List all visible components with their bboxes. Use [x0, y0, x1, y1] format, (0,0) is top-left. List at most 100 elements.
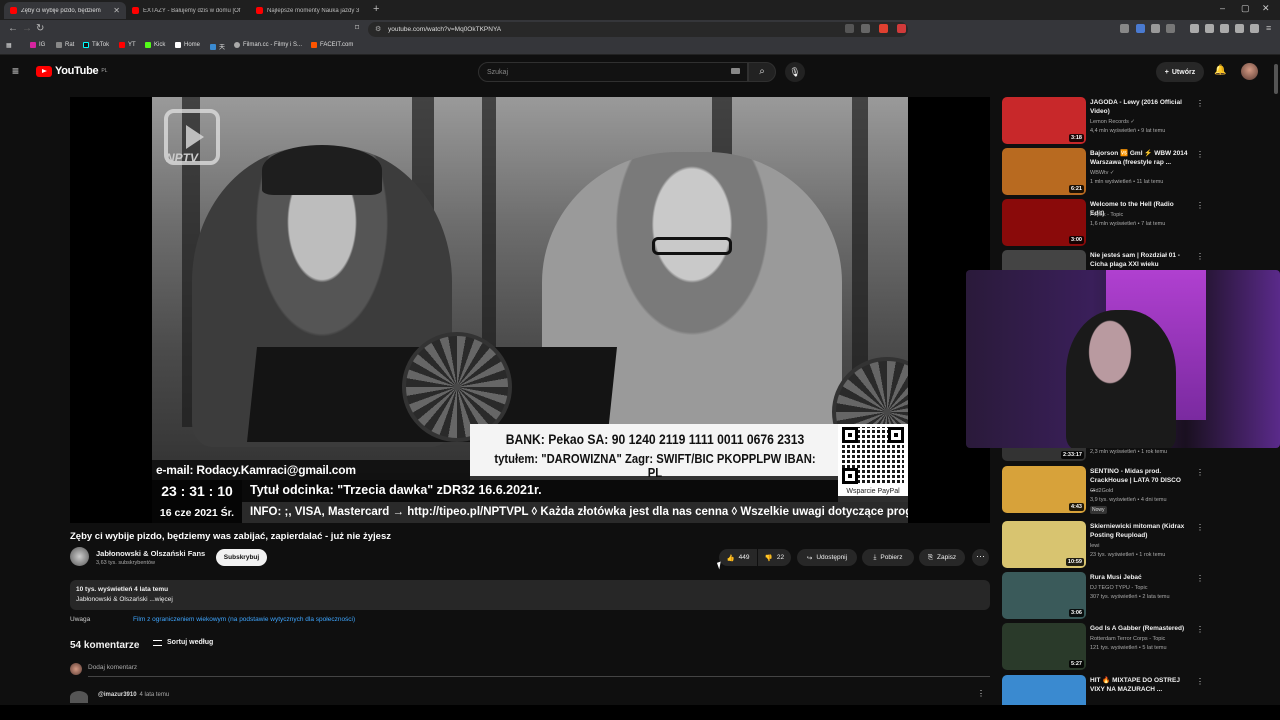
- description-box[interactable]: 10 tys. wyświetleń 4 lata temu Jabłonows…: [70, 580, 990, 610]
- commenter-avatar[interactable]: [70, 691, 88, 703]
- voice-search-button[interactable]: 🎙: [785, 62, 805, 82]
- create-button[interactable]: + Utwórz: [1156, 62, 1204, 82]
- video-title[interactable]: JAGODA - Lewy (2016 Official Video): [1090, 98, 1188, 116]
- list-item[interactable]: 2:33:17 2,3 mln wyświetleń • 1 rok temu: [1002, 447, 1202, 461]
- more-vertical-icon[interactable]: ⋮: [1196, 574, 1204, 583]
- video-thumbnail[interactable]: 2:33:17: [1002, 447, 1086, 461]
- close-window-icon[interactable]: ✕: [1262, 3, 1270, 14]
- channel-name[interactable]: lewi: [1090, 543, 1099, 549]
- more-vertical-icon[interactable]: ⋮: [1196, 625, 1204, 634]
- list-item[interactable]: 10:59 Skierniewicki mitoman (Kidrax Post…: [1002, 521, 1204, 569]
- new-tab-icon[interactable]: +: [373, 3, 379, 15]
- list-item[interactable]: HIT 🔥 MIXTAPE DO OSTREJ VIXY NA MAZURACH…: [1002, 675, 1202, 705]
- video-title[interactable]: God Is A Gabber (Remastered): [1090, 624, 1188, 633]
- browser-tab[interactable]: EXTAZY - Bałujemy dziś w domu [Of: [126, 2, 248, 19]
- install-app-icon[interactable]: [845, 24, 854, 33]
- list-item[interactable]: Nie jesteś sam | Rozdział 01 - Cicha pla…: [1002, 250, 1202, 270]
- search-button[interactable]: ⌕: [748, 62, 776, 82]
- sidebar-icon[interactable]: [1205, 24, 1214, 33]
- list-item[interactable]: 3:06 Rura Musi Jebać DJ TEGO TYPU - Topi…: [1002, 572, 1204, 620]
- bookmark-faceit[interactable]: FACEIT.com: [311, 42, 353, 48]
- back-icon[interactable]: ←: [8, 23, 18, 34]
- like-button[interactable]: 👍 449: [719, 549, 757, 566]
- youtube-logo[interactable]: YouTube PL: [36, 65, 107, 77]
- more-vertical-icon[interactable]: ⋮: [1196, 468, 1204, 477]
- video-title[interactable]: Rura Musi Jebać: [1090, 573, 1188, 582]
- list-item[interactable]: 5:27 God Is A Gabber (Remastered) Rotter…: [1002, 623, 1204, 671]
- menu-icon[interactable]: ≡: [1266, 23, 1271, 33]
- music-icon[interactable]: [1190, 24, 1199, 33]
- sort-comments-button[interactable]: Sortuj według: [153, 639, 213, 646]
- notifications-bell-icon[interactable]: 🔔: [1214, 65, 1226, 76]
- search-input[interactable]: Szukaj: [478, 62, 748, 82]
- video-thumbnail[interactable]: 3:06: [1002, 572, 1086, 619]
- more-vertical-icon[interactable]: ⋮: [1196, 201, 1204, 210]
- url-bar[interactable]: ⚙ youtube.com/watch?v=Mq0OkTKPNYA: [368, 22, 908, 37]
- video-title[interactable]: Bajorson 🆚 Gml ⚡ WBW 2014 Warszawa (free…: [1090, 149, 1188, 167]
- bookmark-icon[interactable]: ⌑: [355, 23, 359, 32]
- reload-icon[interactable]: ↻: [36, 23, 44, 34]
- video-player[interactable]: NPTV BANK: Pekao SA: 90 1240 2119 1111 0…: [70, 97, 990, 523]
- extension-icon[interactable]: [1220, 24, 1229, 33]
- site-info-icon[interactable]: ⚙: [375, 25, 381, 33]
- share-icon[interactable]: [861, 24, 870, 33]
- browser-tab-active[interactable]: Zęby ci wybije pizdo, będziem ✕: [4, 2, 126, 19]
- video-thumbnail[interactable]: 3:18: [1002, 97, 1086, 144]
- more-vertical-icon[interactable]: ⋮: [1196, 99, 1204, 108]
- list-item[interactable]: 6:21 Bajorson 🆚 Gml ⚡ WBW 2014 Warszawa …: [1002, 148, 1204, 196]
- hamburger-menu-icon[interactable]: ≡: [12, 64, 19, 78]
- extension-icon[interactable]: [897, 24, 906, 33]
- keyboard-icon[interactable]: [731, 68, 740, 74]
- extension-icon[interactable]: [1136, 24, 1145, 33]
- minimize-icon[interactable]: –: [1220, 3, 1225, 13]
- save-button[interactable]: ⎘ Zapisz: [919, 549, 965, 566]
- channel-name[interactable]: DJ TEGO TYPU - Topic: [1090, 585, 1147, 591]
- channel-name[interactable]: Rotterdam Terror Corps - Topic: [1090, 636, 1165, 642]
- list-item[interactable]: 3:00 Welcome to the Hell (Radio Edit) Po…: [1002, 199, 1204, 247]
- video-thumbnail[interactable]: 5:27: [1002, 623, 1086, 670]
- bookmark-yt[interactable]: YT: [119, 42, 136, 48]
- maximize-icon[interactable]: ▢: [1241, 3, 1250, 14]
- video-thumbnail[interactable]: [1002, 250, 1086, 270]
- channel-name[interactable]: Jabłonowski & Olszański Fans: [96, 549, 205, 558]
- more-actions-button[interactable]: ⋯: [972, 549, 989, 566]
- profile-icon[interactable]: [1250, 24, 1259, 33]
- dislike-button[interactable]: 👎 22: [758, 549, 791, 566]
- extension-icon[interactable]: [1235, 24, 1244, 33]
- download-button[interactable]: ⤓ Pobierz: [862, 549, 914, 566]
- forward-icon[interactable]: →: [22, 23, 32, 34]
- bookmark-kick[interactable]: Kick: [145, 42, 165, 48]
- video-thumbnail[interactable]: 3:00: [1002, 199, 1086, 246]
- close-tab-icon[interactable]: ✕: [113, 6, 120, 15]
- channel-avatar[interactable]: [70, 547, 89, 566]
- bookmark-filman[interactable]: Filman.cc - Filmy i S...: [234, 42, 302, 48]
- share-button[interactable]: ↪ Udostępnij: [797, 549, 857, 566]
- video-title[interactable]: HIT 🔥 MIXTAPE DO OSTREJ VIXY NA MAZURACH…: [1090, 676, 1188, 694]
- extension-icon[interactable]: [1151, 24, 1160, 33]
- video-thumbnail[interactable]: 4:43: [1002, 466, 1086, 513]
- apps-icon[interactable]: ▦: [6, 42, 12, 49]
- list-item[interactable]: 3:18 JAGODA - Lewy (2016 Official Video)…: [1002, 97, 1204, 145]
- more-vertical-icon[interactable]: ⋮: [1196, 677, 1202, 686]
- subscribe-button[interactable]: Subskrybuj: [216, 549, 267, 566]
- extension-icon[interactable]: [1166, 24, 1175, 33]
- bookmark-ig[interactable]: IG: [30, 42, 45, 48]
- browser-tab[interactable]: Najlepsze momenty Nauka jazdy 3: [250, 2, 372, 19]
- channel-name[interactable]: WBWtv ✓: [1090, 170, 1114, 176]
- more-vertical-icon[interactable]: ⋮: [1196, 252, 1202, 261]
- bookmark-kanji[interactable]: 天: [210, 42, 225, 51]
- extension-icon[interactable]: [879, 24, 888, 33]
- channel-name[interactable]: Old2Gold: [1090, 488, 1113, 494]
- video-thumbnail[interactable]: [1002, 675, 1086, 705]
- avatar[interactable]: [1241, 63, 1258, 80]
- add-comment-input[interactable]: Dodaj komentarz: [88, 664, 137, 671]
- list-item[interactable]: 4:43 SENTINO - Midas prod. CrackHouse | …: [1002, 466, 1204, 514]
- channel-name[interactable]: Lemon Records ✓: [1090, 119, 1135, 125]
- scrollbar[interactable]: [1274, 60, 1279, 700]
- bookmark-home[interactable]: Home: [175, 42, 200, 48]
- video-title[interactable]: Nie jesteś sam | Rozdział 01 - Cicha pla…: [1090, 251, 1188, 269]
- bookmark-rat[interactable]: Rat: [56, 42, 74, 48]
- video-thumbnail[interactable]: 10:59: [1002, 521, 1086, 568]
- age-restriction-link[interactable]: Film z ograniczeniem wiekowym (na podsta…: [133, 616, 355, 623]
- comment-author[interactable]: @imazur3910: [98, 692, 137, 698]
